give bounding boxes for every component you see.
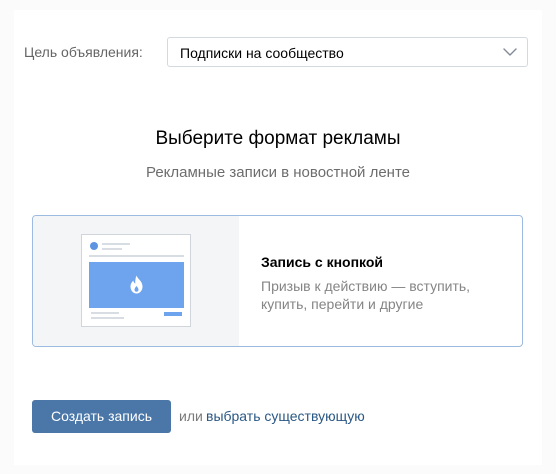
preview-avatar [90,242,98,250]
fire-icon [130,275,143,294]
preview-line [91,317,124,319]
or-text: или [179,408,203,424]
ad-goal-select[interactable]: Подписки на сообщество [167,37,528,67]
post-preview-illustration [81,234,191,327]
ad-goal-selected-value: Подписки на сообщество [180,45,344,61]
ad-goal-row: Цель объявления: Подписки на сообщество [24,37,530,69]
format-title: Выберите формат рекламы [155,128,401,149]
format-subtitle: Рекламные записи в новостной ленте [145,164,411,181]
preview-line [102,248,122,250]
ad-goal-label: Цель объявления: [24,44,143,60]
preview-line [91,312,119,314]
format-card-description: Призыв к действию — вступить, купить, пе… [261,278,471,312]
format-card-title: Запись с кнопкой [261,254,384,270]
preview-line [89,255,184,257]
format-preview [33,216,239,346]
format-card-post-with-button[interactable]: Запись с кнопкой Призыв к действию — вст… [32,215,523,347]
preview-image [89,262,184,308]
chevron-down-icon [503,48,517,56]
preview-line [102,243,130,245]
preview-button [164,312,182,316]
create-post-button[interactable]: Создать запись [32,400,171,433]
choose-existing-link[interactable]: выбрать существующую [206,408,365,424]
